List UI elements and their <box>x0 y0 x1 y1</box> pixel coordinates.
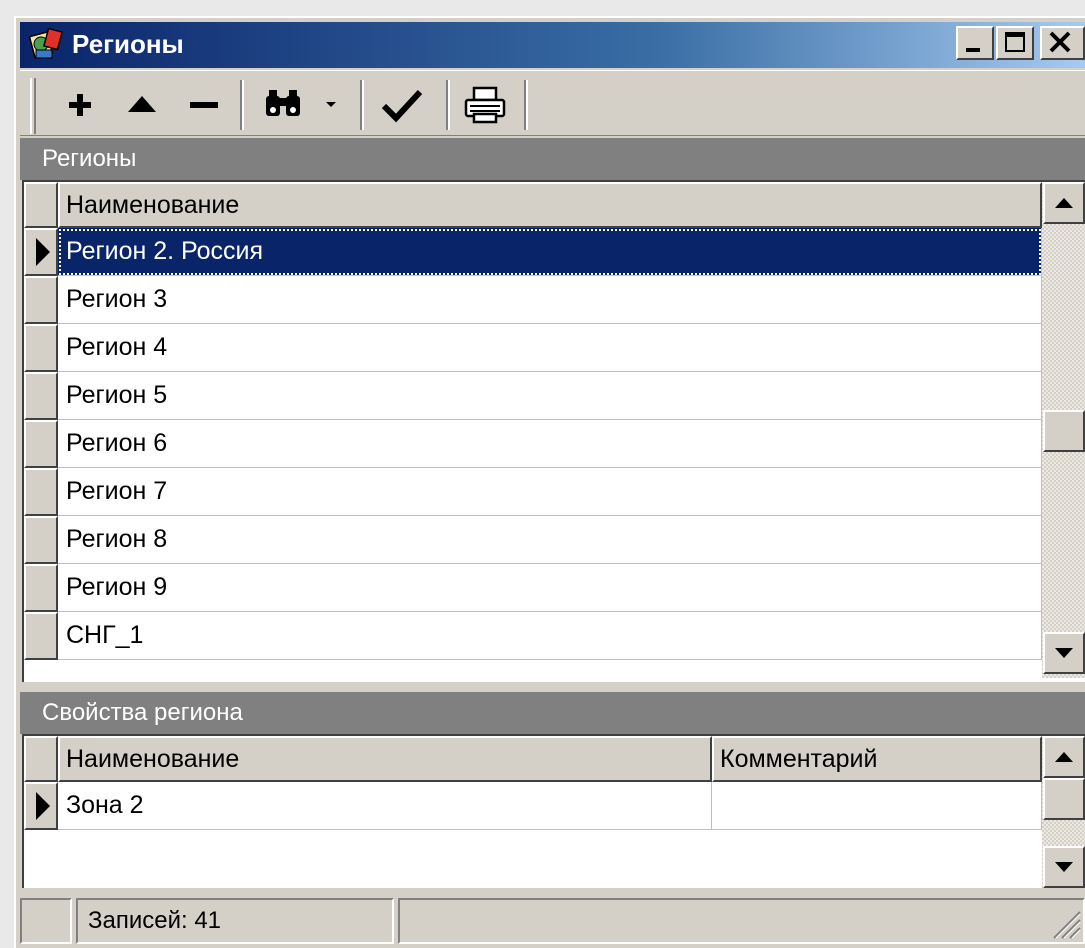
checkmark-icon <box>381 89 423 123</box>
grid-corner <box>24 182 58 228</box>
apply-button[interactable] <box>376 80 432 130</box>
status-panel-main <box>398 898 1085 944</box>
region-row-name-cell[interactable]: СНГ_1 <box>58 612 1042 660</box>
regions-scroll-up-button[interactable] <box>1043 182 1085 224</box>
app-icon[interactable] <box>26 26 66 62</box>
properties-scroll-down-button[interactable] <box>1043 846 1085 888</box>
row-indicator[interactable] <box>24 420 58 468</box>
print-button[interactable] <box>460 80 516 130</box>
region-row-name-cell[interactable]: Регион 7 <box>58 468 1042 516</box>
regions-scroll-thumb[interactable] <box>1043 410 1085 452</box>
region-row-name-cell[interactable]: Регион 2. Россия <box>58 228 1042 276</box>
row-indicator[interactable] <box>24 276 58 324</box>
minimize-button[interactable] <box>956 26 994 60</box>
find-dropdown-button[interactable] <box>318 80 344 130</box>
region-row-name-cell[interactable]: Регион 5 <box>58 372 1042 420</box>
regions-section-header: Регионы <box>20 138 1085 180</box>
dropdown-arrow-icon <box>326 102 336 107</box>
properties-scroll-thumb[interactable] <box>1043 778 1085 820</box>
row-indicator[interactable] <box>24 324 58 372</box>
arrow-up-icon <box>1055 752 1073 762</box>
desktop-area <box>0 0 1085 16</box>
printer-icon <box>464 86 506 124</box>
regions-scroll-down-button[interactable] <box>1043 632 1085 674</box>
toolbar-separator <box>240 80 244 130</box>
toolbar <box>20 70 1085 136</box>
region-row-name-cell[interactable]: Регион 3 <box>58 276 1042 324</box>
property-comment-cell[interactable] <box>712 782 1042 830</box>
column-header-name[interactable]: Наименование <box>58 736 712 782</box>
window-title: Регионы <box>72 29 184 59</box>
triangle-up-icon <box>128 96 156 112</box>
arrow-down-icon <box>1055 648 1073 658</box>
current-row-arrow-icon <box>36 238 50 266</box>
maximize-icon <box>1005 32 1025 52</box>
row-indicator[interactable] <box>24 516 58 564</box>
status-panel-empty <box>20 898 72 944</box>
properties-section-header: Свойства региона <box>20 692 1085 734</box>
find-button[interactable] <box>260 80 316 130</box>
desktop-area-left <box>0 16 14 948</box>
region-row-name-cell[interactable]: Регион 4 <box>58 324 1042 372</box>
toolbar-separator <box>446 80 450 130</box>
region-row-name-cell[interactable]: Регион 8 <box>58 516 1042 564</box>
row-indicator[interactable] <box>24 372 58 420</box>
status-record-count: Записей: 41 <box>76 898 394 944</box>
close-icon <box>1049 31 1071 53</box>
grid-corner <box>24 736 58 782</box>
region-row-name-cell[interactable]: Регион 9 <box>58 564 1042 612</box>
close-button[interactable] <box>1040 26 1085 60</box>
minimize-icon <box>966 48 980 52</box>
column-header-name[interactable]: Наименование <box>58 182 1042 228</box>
row-indicator[interactable] <box>24 468 58 516</box>
add-button[interactable] <box>58 80 102 130</box>
maximize-button[interactable] <box>996 26 1034 60</box>
row-indicator[interactable] <box>24 782 58 830</box>
current-row-arrow-icon <box>36 792 50 820</box>
resize-grip[interactable] <box>1046 904 1082 942</box>
toolbar-grip[interactable] <box>30 78 36 134</box>
toolbar-separator <box>360 80 364 130</box>
binoculars-icon <box>266 90 300 116</box>
row-indicator[interactable] <box>24 228 58 276</box>
properties-scroll-up-button[interactable] <box>1043 736 1085 778</box>
arrow-up-icon <box>1055 198 1073 208</box>
toolbar-separator <box>524 80 528 130</box>
column-header-comment[interactable]: Комментарий <box>712 736 1042 782</box>
arrow-down-icon <box>1055 862 1073 872</box>
plus-icon <box>69 94 91 116</box>
row-indicator[interactable] <box>24 612 58 660</box>
row-indicator[interactable] <box>24 564 58 612</box>
minus-icon <box>190 102 218 108</box>
delete-button[interactable] <box>182 80 226 130</box>
region-row-name-cell[interactable]: Регион 6 <box>58 420 1042 468</box>
move-up-button[interactable] <box>120 80 164 130</box>
property-name-cell[interactable]: Зона 2 <box>58 782 712 830</box>
resize-grip-icon <box>1053 911 1081 939</box>
